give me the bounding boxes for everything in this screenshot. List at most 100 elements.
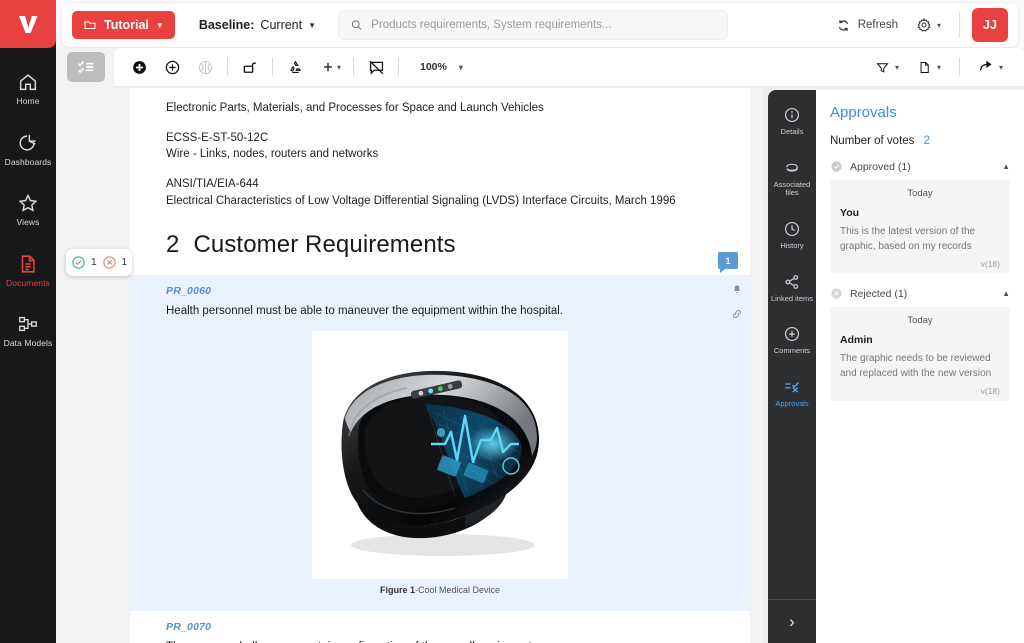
rail-item-details[interactable]: Details: [768, 106, 816, 137]
entry-message: This is the latest version of the graphi…: [840, 225, 1000, 254]
data-model-icon: [17, 313, 39, 335]
top-bar-actions: Refresh ▾ JJ: [828, 8, 1008, 42]
approved-check-icon: [830, 160, 843, 173]
document-viewer[interactable]: Electronic Parts, Materials, and Process…: [56, 88, 768, 643]
requirement-block[interactable]: PR_0070 The surgeon shall reuse a certai…: [130, 611, 750, 643]
sidebar-item-home[interactable]: Home: [0, 62, 56, 113]
document-preamble: Electronic Parts, Materials, and Process…: [130, 88, 750, 259]
sidebar-item-documents[interactable]: Documents: [0, 244, 56, 295]
sidebar-item-label: Views: [16, 218, 39, 227]
rail-item-label: Approvals: [775, 400, 808, 409]
search-box[interactable]: [338, 10, 728, 40]
chevron-up-icon: ▲: [1002, 289, 1010, 298]
approvals-icon: [782, 378, 802, 396]
rail-item-history[interactable]: History: [768, 220, 816, 251]
add-small-icon: [321, 60, 335, 74]
entry-version: v(18): [840, 259, 1000, 269]
pie-chart-icon: [17, 132, 39, 154]
toggle-comments-button[interactable]: [363, 54, 389, 80]
share-nodes-icon: [783, 273, 801, 291]
home-icon: [17, 71, 39, 93]
rejected-group-header[interactable]: Rejected (1) ▲: [830, 287, 1010, 300]
divider: [272, 58, 273, 76]
refresh-icon: [836, 18, 851, 33]
sidebar-item-dashboards[interactable]: Dashboards: [0, 123, 56, 174]
requirement-id: PR_0070: [166, 621, 714, 633]
chevron-down-icon: ▾: [999, 63, 1003, 72]
baseline-selector[interactable]: Baseline: Current ▼: [199, 18, 316, 32]
zoom-selector[interactable]: 100% ▾: [420, 61, 463, 73]
chevron-down-icon: ▼: [156, 21, 164, 30]
rail-item-label: Associated files: [768, 181, 816, 198]
add-small-dropdown[interactable]: ▾: [318, 54, 344, 80]
sidebar-item-views[interactable]: Views: [0, 183, 56, 234]
document-page: Electronic Parts, Materials, and Process…: [130, 88, 750, 643]
gear-icon: [916, 17, 932, 33]
ai-assistant-button[interactable]: [192, 54, 218, 80]
project-label: Tutorial: [104, 18, 149, 32]
bell-icon[interactable]: [731, 284, 743, 299]
comment-count-flag[interactable]: 1: [718, 252, 738, 269]
approval-status-badge[interactable]: 1 1: [66, 249, 132, 276]
unlock-button[interactable]: [237, 54, 263, 80]
app-logo[interactable]: [0, 0, 56, 48]
requirement-id: PR_0060: [166, 285, 714, 297]
export-document-icon: [917, 60, 932, 75]
rail-item-label: Comments: [774, 347, 810, 356]
unlock-icon: [241, 58, 259, 76]
figure-caption: Figure 1-Cool Medical Device: [312, 579, 568, 599]
comment-add-icon: [783, 325, 801, 343]
paperclip-icon: [783, 159, 801, 177]
chevron-down-icon: ▾: [895, 63, 899, 72]
top-bar: Tutorial ▼ Baseline: Current ▼: [56, 0, 1024, 48]
rail-item-approvals[interactable]: Approvals: [768, 378, 816, 409]
approved-group-header[interactable]: Approved (1) ▲: [830, 160, 1010, 173]
chevron-down-icon: ▾: [937, 63, 941, 72]
toolbar-card: ▾ 100% ▾ ▾: [114, 48, 1024, 86]
heading-number: 2: [166, 231, 179, 258]
divider: [398, 58, 399, 76]
approvals-panel: Approvals Number of votes 2 Approved (1)…: [816, 90, 1024, 643]
entry-day: Today: [840, 188, 1000, 199]
add-filled-icon: [131, 59, 148, 76]
rail-item-comments[interactable]: Comments: [768, 325, 816, 356]
add-filled-button[interactable]: [126, 54, 152, 80]
left-sidebar: Home Dashboards Views: [0, 0, 56, 643]
share-dropdown[interactable]: ▾: [969, 59, 1012, 75]
recycle-icon: [287, 59, 304, 76]
link-glyph-icon: [731, 308, 743, 320]
divider: [959, 12, 960, 38]
rejected-cross-icon: [102, 255, 117, 270]
paragraph: Electronic Parts, Materials, and Process…: [166, 100, 714, 117]
divider: [959, 58, 960, 76]
section-heading: 2 Customer Requirements: [166, 231, 714, 259]
votes-row: Number of votes 2: [830, 135, 1010, 147]
filter-dropdown[interactable]: ▾: [866, 60, 908, 75]
requirement-block[interactable]: PR_0060 Health personnel must be able to…: [130, 275, 750, 611]
settings-button[interactable]: ▾: [910, 13, 947, 37]
rail-item-associated-files[interactable]: Associated files: [768, 159, 816, 198]
sidebar-item-label: Documents: [6, 279, 50, 288]
export-dropdown[interactable]: ▾: [908, 60, 950, 75]
user-avatar[interactable]: JJ: [972, 8, 1008, 42]
sidebar-item-data-models[interactable]: Data Models: [0, 304, 56, 355]
requirement-text: The surgeon shall reuse a certain config…: [166, 639, 714, 643]
approved-check-icon: [71, 255, 86, 270]
recycle-button[interactable]: [282, 54, 308, 80]
link-icon[interactable]: [731, 308, 743, 323]
rail-item-label: Details: [781, 128, 804, 137]
rejected-group-label: Rejected (1): [850, 288, 907, 300]
approved-group-label: Approved (1): [850, 161, 911, 173]
rail-item-linked-items[interactable]: Linked items: [768, 273, 816, 304]
star-icon: [17, 192, 39, 214]
checklist-toggle-button[interactable]: [67, 52, 105, 82]
add-circle-button[interactable]: [159, 54, 185, 80]
heading-text: Customer Requirements: [193, 231, 455, 258]
panel-next-button[interactable]: ›: [768, 599, 816, 643]
bell-glyph-icon: [731, 284, 743, 296]
search-input[interactable]: [371, 19, 716, 31]
refresh-button[interactable]: Refresh: [828, 14, 906, 37]
checklist-icon: [76, 57, 96, 77]
project-selector-button[interactable]: Tutorial ▼: [72, 11, 175, 39]
rail-item-label: History: [780, 242, 803, 251]
